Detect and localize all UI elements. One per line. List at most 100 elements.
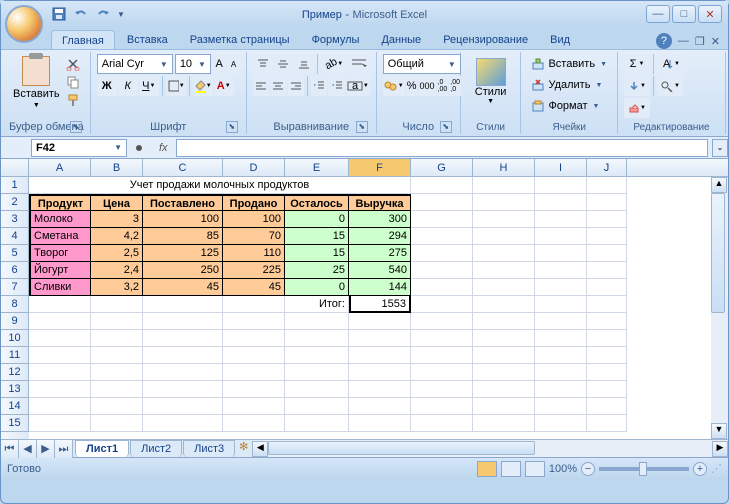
row-header[interactable]: 1 <box>1 177 29 194</box>
percent-icon[interactable]: % <box>406 76 418 96</box>
name-box[interactable]: F42▼ <box>31 139 127 157</box>
cell[interactable]: 225 <box>223 262 285 279</box>
row-header[interactable]: 12 <box>1 364 29 381</box>
cell[interactable] <box>473 381 535 398</box>
cell[interactable] <box>587 296 627 313</box>
cell[interactable] <box>535 279 587 296</box>
cell[interactable]: Продукт <box>29 194 91 211</box>
align-left-icon[interactable] <box>253 76 269 96</box>
cell[interactable]: 3,2 <box>91 279 143 296</box>
increase-indent-icon[interactable] <box>328 76 344 96</box>
tab-главная[interactable]: Главная <box>51 30 115 49</box>
cell[interactable]: Творог <box>29 245 91 262</box>
sheet-tab[interactable]: Лист3 <box>183 440 235 457</box>
cell[interactable] <box>223 398 285 415</box>
align-center-icon[interactable] <box>270 76 286 96</box>
cell[interactable] <box>29 415 91 432</box>
column-header[interactable]: B <box>91 159 143 176</box>
cell[interactable]: Поставлено <box>143 194 223 211</box>
format-cells-button[interactable]: Формат▼ <box>527 96 611 116</box>
save-icon[interactable] <box>51 6 67 22</box>
minimize-button[interactable]: — <box>646 5 670 23</box>
delete-cells-button[interactable]: Удалить▼ <box>527 75 611 95</box>
cell[interactable] <box>91 313 143 330</box>
cell[interactable]: 275 <box>349 245 411 262</box>
cell[interactable]: Выручка <box>349 194 411 211</box>
cell[interactable] <box>29 313 91 330</box>
cell[interactable] <box>143 296 223 313</box>
doc-close-icon[interactable]: ✕ <box>711 35 720 48</box>
column-header[interactable]: I <box>535 159 587 176</box>
cell[interactable] <box>143 398 223 415</box>
column-header[interactable]: G <box>411 159 473 176</box>
cell[interactable] <box>349 313 411 330</box>
cell[interactable] <box>535 347 587 364</box>
zoom-level[interactable]: 100% <box>549 463 577 475</box>
cell[interactable] <box>587 228 627 245</box>
cell[interactable] <box>143 330 223 347</box>
cell[interactable] <box>411 381 473 398</box>
row-header[interactable]: 11 <box>1 347 29 364</box>
cell[interactable]: 45 <box>143 279 223 296</box>
row-header[interactable]: 10 <box>1 330 29 347</box>
row-header[interactable]: 8 <box>1 296 29 313</box>
decrease-indent-icon[interactable] <box>311 76 327 96</box>
cell[interactable]: 0 <box>285 211 349 228</box>
cell[interactable]: Йогурт <box>29 262 91 279</box>
cell[interactable] <box>535 194 587 211</box>
cell[interactable] <box>535 228 587 245</box>
cell[interactable]: 70 <box>223 228 285 245</box>
cell[interactable] <box>411 194 473 211</box>
cell[interactable]: Продано <box>223 194 285 211</box>
cell[interactable] <box>535 177 587 194</box>
autosum-icon[interactable]: Σ▼ <box>624 54 650 74</box>
merge-center-icon[interactable]: a▼ <box>346 76 370 96</box>
find-select-icon[interactable]: ▼ <box>657 76 683 96</box>
cell[interactable] <box>411 347 473 364</box>
scroll-down-icon[interactable]: ▼ <box>711 423 727 439</box>
align-middle-icon[interactable] <box>274 54 294 74</box>
cell[interactable] <box>91 381 143 398</box>
cell[interactable] <box>535 398 587 415</box>
cell[interactable] <box>223 296 285 313</box>
doc-minimize-icon[interactable]: — <box>678 35 689 47</box>
page-break-view-icon[interactable] <box>525 461 545 477</box>
styles-button[interactable]: Стили ▼ <box>467 54 515 109</box>
clear-icon[interactable]: ▼ <box>624 98 650 118</box>
cell[interactable] <box>285 330 349 347</box>
cell[interactable] <box>473 296 535 313</box>
cell[interactable] <box>411 364 473 381</box>
cells-area[interactable]: Учет продажи молочных продуктовПродуктЦе… <box>29 177 728 439</box>
fill-icon[interactable]: ▼ <box>624 76 650 96</box>
cell[interactable]: Молоко <box>29 211 91 228</box>
font-dialog-launcher[interactable]: ⬊ <box>226 121 238 133</box>
cell[interactable] <box>223 364 285 381</box>
scroll-right-icon[interactable]: ▶ <box>712 441 728 457</box>
sheet-nav-prev-icon[interactable]: ◀ <box>19 440 37 458</box>
select-all-corner[interactable] <box>1 159 29 176</box>
cell[interactable] <box>91 296 143 313</box>
formula-bar[interactable] <box>176 139 708 157</box>
tab-вставка[interactable]: Вставка <box>117 30 178 49</box>
column-header[interactable]: D <box>223 159 285 176</box>
cell[interactable] <box>29 364 91 381</box>
office-button[interactable] <box>5 5 43 43</box>
cell[interactable]: 2,5 <box>91 245 143 262</box>
help-icon[interactable]: ? <box>656 33 672 49</box>
tab-разметка страницы[interactable]: Разметка страницы <box>180 30 300 49</box>
cell[interactable] <box>285 415 349 432</box>
cell[interactable]: 3 <box>91 211 143 228</box>
cell[interactable] <box>473 330 535 347</box>
cell[interactable]: 100 <box>223 211 285 228</box>
cell[interactable]: 4,2 <box>91 228 143 245</box>
cell[interactable] <box>473 245 535 262</box>
cell[interactable]: 100 <box>143 211 223 228</box>
cell[interactable]: 300 <box>349 211 411 228</box>
italic-button[interactable]: К <box>118 76 138 96</box>
cell[interactable] <box>587 211 627 228</box>
border-button[interactable]: ▼ <box>166 76 186 96</box>
bold-button[interactable]: Ж <box>97 76 117 96</box>
fx-icon[interactable]: fx <box>159 142 168 154</box>
cell[interactable] <box>285 381 349 398</box>
currency-icon[interactable]: ▼ <box>383 76 405 96</box>
